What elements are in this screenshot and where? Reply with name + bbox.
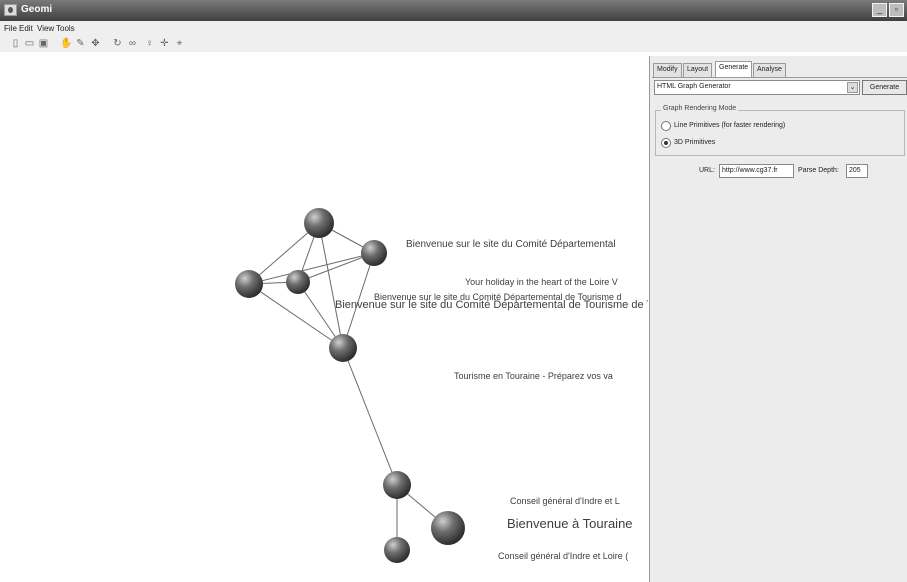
radio-3d-primitives[interactable] xyxy=(661,138,671,148)
zoom-icon[interactable]: ∞ xyxy=(127,38,138,49)
tab-layout[interactable]: Layout xyxy=(683,63,713,77)
menu-tools[interactable]: Tools xyxy=(56,24,75,33)
graph-edge xyxy=(318,222,344,349)
graph-node[interactable] xyxy=(431,511,465,545)
graph-edges xyxy=(248,222,449,550)
menu-bar: File Edit View Tools xyxy=(0,21,907,36)
depth-input[interactable]: 205 xyxy=(846,164,868,178)
generate-button[interactable]: Generate xyxy=(862,80,907,95)
rendering-mode-group: Graph Rendering Mode Line Primitives (fo… xyxy=(655,105,905,156)
menu-file[interactable]: File xyxy=(4,24,17,33)
node-label: Conseil général d'Indre et Loire ( xyxy=(498,551,629,561)
app-icon xyxy=(4,4,17,16)
window-title: Geomi xyxy=(21,4,53,15)
rotate-icon[interactable]: ↻ xyxy=(112,38,123,49)
toolbar: ▯ ▭ ▣ ✋ ✎ ✥ ↻ ∞ ♀ ✛ ⌖ xyxy=(0,36,907,52)
pan-icon[interactable]: ✛ xyxy=(159,38,170,49)
chevron-down-icon[interactable]: ⌄ xyxy=(847,82,858,93)
move-icon[interactable]: ✥ xyxy=(90,38,101,49)
save-icon[interactable]: ▣ xyxy=(38,38,49,49)
maximize-icon[interactable]: ▫ xyxy=(889,3,904,17)
radio-line-primitives[interactable] xyxy=(661,121,671,131)
graph-node[interactable] xyxy=(383,471,411,499)
url-row: URL: http://www.cg37.fr Parse Depth: 205 xyxy=(650,164,907,180)
graph-node[interactable] xyxy=(384,537,410,563)
open-icon[interactable]: ▭ xyxy=(24,38,35,49)
tab-modify[interactable]: Modify xyxy=(653,63,682,77)
generator-select[interactable]: HTML Graph Generator ⌄ xyxy=(654,80,860,95)
node-label: Bienvenue à Touraine xyxy=(507,516,633,531)
graph-node[interactable] xyxy=(361,240,387,266)
graph-node[interactable] xyxy=(329,334,357,362)
title-bar: Geomi _ ▫ xyxy=(0,0,907,21)
link-icon[interactable]: ⌖ xyxy=(174,38,185,49)
minimize-icon[interactable]: _ xyxy=(872,3,887,17)
node-label: Bienvenue sur le site du Comité Départem… xyxy=(406,239,616,250)
url-input[interactable]: http://www.cg37.fr xyxy=(719,164,794,178)
graph-node[interactable] xyxy=(286,270,310,294)
node-label: Your holiday in the heart of the Loire V xyxy=(465,277,618,287)
pen-icon[interactable]: ✎ xyxy=(75,38,86,49)
radio-label: 3D Primitives xyxy=(674,139,716,146)
graph-edge xyxy=(248,252,375,285)
hand-icon[interactable]: ✋ xyxy=(60,38,72,49)
graph-node[interactable] xyxy=(304,208,334,238)
tab-generate[interactable]: Generate xyxy=(715,61,753,77)
bulb-icon[interactable]: ♀ xyxy=(144,38,155,49)
graph-canvas[interactable]: Bienvenue sur le site du Comité Départem… xyxy=(8,56,648,582)
node-label: Bienvenue sur le site du Comité Départem… xyxy=(335,299,648,311)
depth-label: Parse Depth: xyxy=(798,167,839,174)
radio-label: Line Primitives (for faster rendering) xyxy=(674,122,786,129)
url-label: URL: xyxy=(699,167,715,174)
side-panel: Modify Layout Generate Analyse HTML Grap… xyxy=(649,56,907,582)
menu-edit[interactable]: Edit xyxy=(19,24,33,33)
graph-nodes[interactable] xyxy=(235,208,465,563)
new-icon[interactable]: ▯ xyxy=(10,38,21,49)
generator-select-value: HTML Graph Generator xyxy=(657,83,731,90)
menu-view[interactable]: View xyxy=(37,24,54,33)
node-label: Conseil général d'Indre et L xyxy=(510,496,620,506)
group-title: Graph Rendering Mode xyxy=(661,105,739,112)
graph-node[interactable] xyxy=(235,270,263,298)
graph-edge xyxy=(342,347,398,486)
tab-analyse[interactable]: Analyse xyxy=(753,63,786,77)
node-label: Tourisme en Touraine - Préparez vos va xyxy=(454,371,613,381)
